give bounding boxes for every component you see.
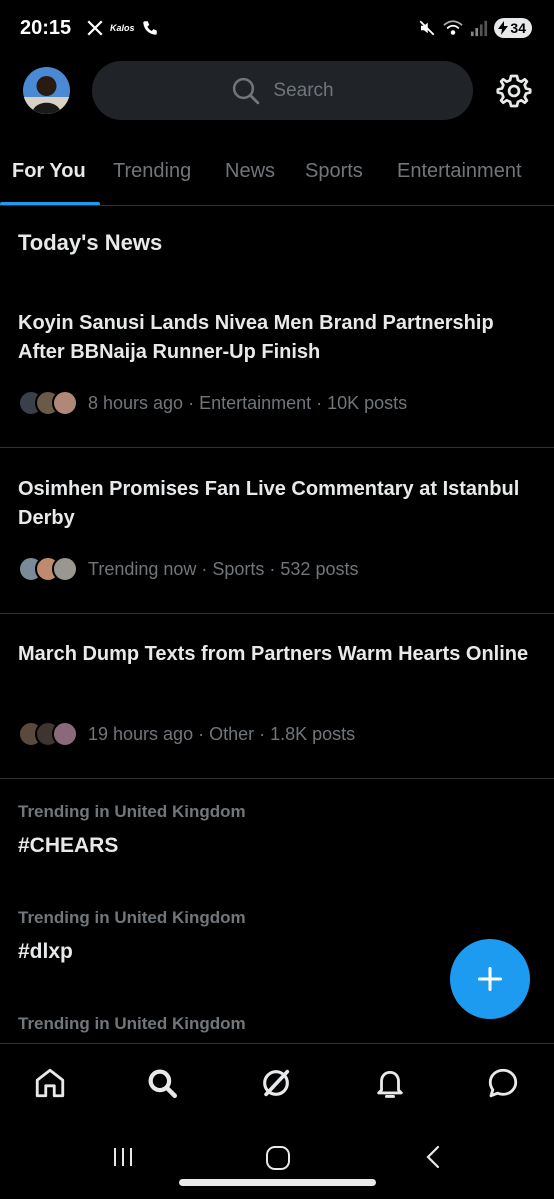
news-item[interactable]: March Dump Texts from Partners Warm Hear… <box>0 640 554 779</box>
news-meta: 8 hours ago · Entertainment · 10K posts <box>18 390 407 416</box>
status-bar: 20:15 Kalos 34 <box>0 0 554 60</box>
plus-icon <box>477 966 503 992</box>
trend-context: Trending in United Kingdom <box>18 908 246 927</box>
news-item[interactable]: Osimhen Promises Fan Live Commentary at … <box>0 475 554 614</box>
settings-gear-icon[interactable] <box>496 73 532 109</box>
compose-button[interactable] <box>450 939 530 1019</box>
home-gesture-pill[interactable] <box>179 1179 376 1186</box>
search-input[interactable]: Search <box>92 61 473 120</box>
trend-item[interactable]: Trending in United Kingdom <box>18 1014 246 1034</box>
recent-apps-icon[interactable] <box>111 1145 135 1169</box>
status-notification-icons: Kalos <box>86 19 159 37</box>
tab-sports[interactable]: Sports <box>305 160 363 183</box>
charging-bolt-icon <box>498 21 509 35</box>
avatar <box>52 556 78 582</box>
explore-tabs: For You Trending News Sports Entertainme… <box>0 140 554 206</box>
news-headline: March Dump Texts from Partners Warm Hear… <box>18 643 529 665</box>
battery-level: 34 <box>510 20 526 36</box>
profile-avatar[interactable] <box>23 67 70 114</box>
search-nav-icon[interactable] <box>145 1066 179 1100</box>
news-headline: Koyin Sanusi Lands Nivea Men Brand Partn… <box>18 312 494 363</box>
poster-avatars <box>18 390 78 416</box>
grok-icon[interactable] <box>259 1066 293 1100</box>
trend-context: Trending in United Kingdom <box>18 802 246 821</box>
status-system-icons: 34 <box>418 18 532 38</box>
active-tab-indicator <box>0 202 100 205</box>
news-meta-text: 8 hours ago · Entertainment · 10K posts <box>88 392 408 413</box>
tab-for-you[interactable]: For You <box>12 160 86 183</box>
app-label: Kalos <box>110 23 135 33</box>
search-icon <box>233 77 260 104</box>
avatar <box>52 390 78 416</box>
battery-indicator: 34 <box>494 18 532 38</box>
top-header: Search <box>0 60 554 124</box>
news-item[interactable]: Koyin Sanusi Lands Nivea Men Brand Partn… <box>0 309 554 448</box>
news-meta: 19 hours ago · Other · 1.8K posts <box>18 721 355 747</box>
bottom-nav <box>0 1043 554 1125</box>
wifi-icon <box>443 20 464 35</box>
mute-icon <box>420 20 435 36</box>
tab-trending[interactable]: Trending <box>113 160 191 183</box>
trend-item[interactable]: Trending in United Kingdom #dlxp <box>18 908 246 964</box>
section-title: Today's News <box>18 230 163 255</box>
news-meta-text: Trending now · Sports · 532 posts <box>88 558 359 579</box>
tab-news[interactable]: News <box>225 160 275 183</box>
news-headline: Osimhen Promises Fan Live Commentary at … <box>18 478 520 529</box>
notifications-bell-icon[interactable] <box>373 1066 407 1100</box>
trend-item[interactable]: Trending in United Kingdom #CHEARS <box>18 802 246 858</box>
x-logo-icon <box>87 20 103 36</box>
back-icon[interactable] <box>422 1145 444 1169</box>
status-time: 20:15 <box>20 17 72 39</box>
trend-context: Trending in United Kingdom <box>18 1014 246 1033</box>
search-placeholder: Search <box>273 79 334 101</box>
home-icon[interactable] <box>33 1066 67 1100</box>
poster-avatars <box>18 721 78 747</box>
poster-avatars <box>18 556 78 582</box>
avatar <box>52 721 78 747</box>
signal-icon <box>471 20 488 37</box>
trend-tag: #dlxp <box>18 940 73 963</box>
news-meta-text: 19 hours ago · Other · 1.8K posts <box>88 723 356 744</box>
tab-entertainment[interactable]: Entertainment <box>397 160 522 183</box>
trend-tag: #CHEARS <box>18 834 119 857</box>
phone-icon <box>142 21 157 35</box>
news-meta: Trending now · Sports · 532 posts <box>18 556 358 582</box>
system-navigation-bar <box>0 1125 554 1199</box>
home-system-icon[interactable] <box>265 1145 291 1171</box>
messages-icon[interactable] <box>486 1066 520 1100</box>
